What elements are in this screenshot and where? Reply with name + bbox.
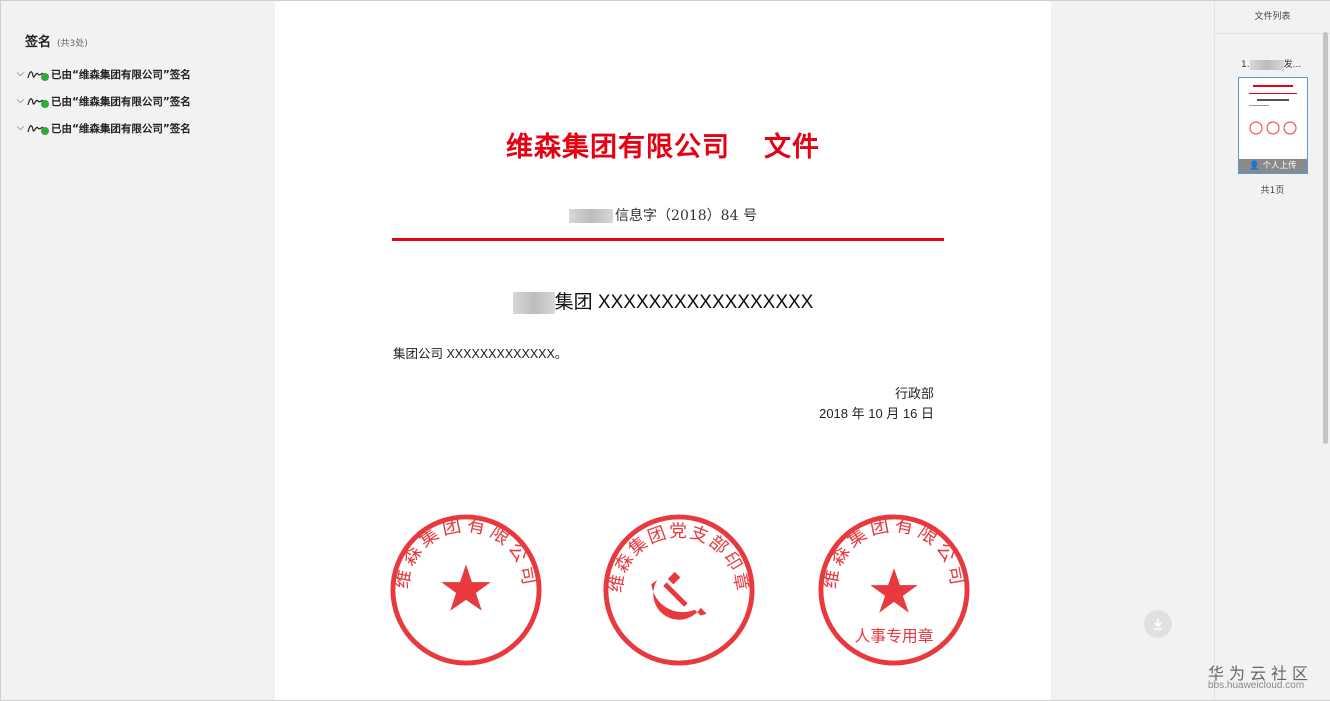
document-number-text: 信息字（2018）84 号	[615, 208, 757, 224]
document-date: 2018 年 10 月 16 日	[819, 406, 934, 421]
star-icon	[870, 568, 918, 613]
download-button[interactable]	[1144, 610, 1172, 638]
signature-item[interactable]: ⌵ 已由“维森集团有限公司”签名	[17, 120, 191, 136]
star-icon	[441, 564, 491, 611]
red-divider	[392, 238, 944, 241]
file-list-header: 文件列表	[1215, 1, 1330, 34]
signature-item[interactable]: ⌵ 已由“维森集团有限公司”签名	[17, 93, 191, 109]
signature-title-text: 签名	[25, 35, 52, 50]
document-heading: 集团 XXXXXXXXXXXXXXXXX	[275, 287, 1051, 314]
document-number: 信息字（2018）84 号	[275, 205, 1051, 225]
thumbnail-tag-text: 个人上传	[1262, 161, 1297, 171]
hammer-sickle-icon	[651, 571, 707, 620]
document-page: 维森集团有限公司 文件 信息字（2018）84 号 集团 XXXXXXXXXXX…	[275, 1, 1051, 700]
party-branch-seal[interactable]: 维森集团党支部印章	[600, 511, 758, 669]
chevron-down-icon[interactable]: ⌵	[17, 96, 25, 106]
document-body: 集团公司 XXXXXXXXXXXXX。	[393, 347, 568, 361]
chevron-down-icon[interactable]: ⌵	[17, 123, 25, 133]
document-title: 维森集团有限公司 文件	[505, 132, 820, 162]
signature-panel: 签名 (共3处) ⌵ 已由“维森集团有限公司”签名 ⌵ 已由“维森集团有限公司”签…	[1, 1, 274, 700]
document-heading-text: 集团 XXXXXXXXXXXXXXXXX	[554, 292, 814, 313]
company-seal[interactable]: 维森集团有限公司	[387, 511, 545, 669]
signature-count: (共3处)	[57, 39, 88, 49]
document-department: 行政部	[894, 386, 934, 401]
signature-item-label: 已由“维森集团有限公司”签名	[51, 95, 191, 108]
signature-verified-icon	[27, 122, 49, 135]
signature-panel-title: 签名 (共3处)	[25, 31, 88, 50]
document-viewer[interactable]: 维森集团有限公司 文件 信息字（2018）84 号 集团 XXXXXXXXXXX…	[274, 1, 1214, 700]
file-name-suffix: 发...	[1283, 60, 1302, 70]
file-name-prefix: 1.	[1241, 60, 1250, 70]
seal-bottom-text: 人事专用章	[855, 626, 934, 645]
redacted-text	[512, 291, 555, 314]
page-thumbnail[interactable]: 👤 个人上传	[1238, 77, 1308, 174]
watermark-url: bbs.huaweicloud.com	[1208, 680, 1305, 691]
svg-text:维森集团党支部印章: 维森集团党支部印章	[605, 521, 753, 594]
download-icon	[1154, 619, 1162, 630]
file-name[interactable]: 1. 发...	[1241, 57, 1301, 70]
signature-item-label: 已由“维森集团有限公司”签名	[51, 68, 191, 81]
user-icon: 👤	[1249, 161, 1260, 171]
scrollbar[interactable]	[1323, 32, 1328, 444]
file-list-panel: 文件列表 1. 发... 👤 个人上传 共1页	[1214, 1, 1330, 700]
signature-verified-icon	[27, 68, 49, 81]
seal-text: 维森集团党支部印章	[605, 521, 751, 594]
signature-verified-icon	[27, 95, 49, 108]
redacted-text	[1249, 59, 1284, 70]
thumbnail-tag: 👤 个人上传	[1239, 159, 1307, 173]
chevron-down-icon[interactable]: ⌵	[17, 69, 25, 79]
signature-item[interactable]: ⌵ 已由“维森集团有限公司”签名	[17, 66, 191, 82]
redacted-text	[569, 209, 614, 223]
page-count: 共1页	[1260, 186, 1285, 196]
hr-seal[interactable]: 维森集团有限公司 人事专用章	[815, 511, 973, 669]
thumbnail-preview	[1249, 85, 1297, 135]
signature-item-label: 已由“维森集团有限公司”签名	[51, 122, 191, 135]
